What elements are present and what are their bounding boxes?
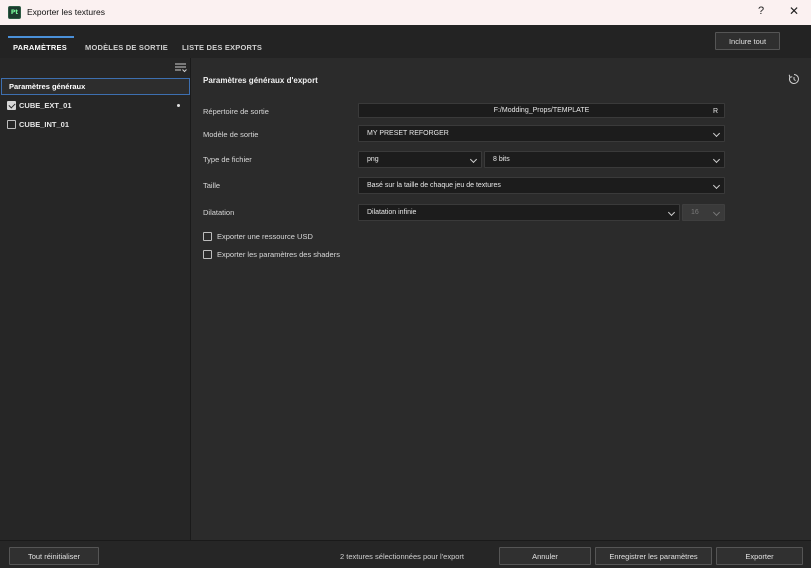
bit-depth-select[interactable]: 8 bits	[484, 151, 725, 168]
export-shaders-checkbox[interactable]	[203, 250, 212, 259]
selection-status: 2 textures sélectionnées pour l'export	[340, 552, 465, 561]
sidebar-item-label: Paramètres généraux	[9, 82, 86, 91]
chevron-down-icon	[712, 208, 721, 217]
size-label: Taille	[203, 181, 221, 190]
footer-bar: Tout réinitialiser 2 textures sélectionn…	[0, 540, 811, 568]
file-type-label: Type de fichier	[203, 155, 252, 164]
tab-bar: PARAMÈTRES MODÈLES DE SORTIE LISTE DES E…	[0, 25, 811, 58]
help-button[interactable]: ?	[758, 5, 764, 17]
file-format-value: png	[367, 156, 379, 163]
texture-set-checkbox[interactable]	[7, 101, 16, 110]
modified-indicator	[177, 104, 180, 107]
dilation-value: Dilatation infinie	[367, 209, 417, 216]
chevron-down-icon	[667, 208, 676, 217]
output-template-label: Modèle de sortie	[203, 130, 259, 139]
chevron-down-icon	[712, 155, 721, 164]
sidebar-item-cube-ext-01[interactable]: CUBE_EXT_01	[0, 97, 190, 114]
tab-liste-des-exports[interactable]: LISTE DES EXPORTS	[182, 43, 262, 52]
title-bar: Pt Exporter les textures ? ✕	[0, 0, 811, 25]
texture-set-checkbox[interactable]	[7, 120, 16, 129]
dilation-amount-select: 16	[682, 204, 725, 221]
cancel-button[interactable]: Annuler	[499, 547, 591, 565]
active-tab-indicator	[8, 36, 74, 38]
window-title: Exporter les textures	[27, 7, 105, 17]
size-value: Basé sur la taille de chaque jeu de text…	[367, 182, 501, 189]
filter-list-icon[interactable]	[175, 63, 187, 73]
texture-set-sidebar: Paramètres généraux CUBE_EXT_01 CUBE_INT…	[0, 58, 191, 540]
export-button[interactable]: Exporter	[716, 547, 803, 565]
settings-panel: Paramètres généraux d'export Répertoire …	[192, 58, 811, 540]
size-select[interactable]: Basé sur la taille de chaque jeu de text…	[358, 177, 725, 194]
export-usd-checkbox[interactable]	[203, 232, 212, 241]
export-shaders-label: Exporter les paramètres des shaders	[217, 250, 340, 259]
file-format-select[interactable]: png	[358, 151, 482, 168]
output-dir-suffix: R	[712, 108, 718, 115]
export-usd-option[interactable]: Exporter une ressource USD	[203, 231, 313, 242]
chevron-down-icon	[469, 155, 478, 164]
output-dir-field[interactable]: F:/Modding_Props/TEMPLATE R	[358, 103, 725, 118]
export-usd-label: Exporter une ressource USD	[217, 232, 313, 241]
close-button[interactable]: ✕	[789, 4, 799, 18]
output-template-value: MY PRESET REFORGER	[367, 130, 449, 137]
dilation-amount-value: 16	[691, 209, 699, 216]
reset-icon[interactable]	[788, 73, 800, 85]
sidebar-item-label: CUBE_INT_01	[19, 120, 70, 129]
export-shaders-option[interactable]: Exporter les paramètres des shaders	[203, 249, 340, 260]
tab-modeles-de-sortie[interactable]: MODÈLES DE SORTIE	[85, 43, 168, 52]
app-icon: Pt	[8, 6, 21, 19]
bit-depth-value: 8 bits	[493, 156, 510, 163]
include-all-button[interactable]: Inclure tout	[715, 32, 780, 50]
sidebar-item-general-settings[interactable]: Paramètres généraux	[1, 78, 190, 95]
output-dir-label: Répertoire de sortie	[203, 107, 269, 116]
chevron-down-icon	[712, 129, 721, 138]
reset-all-button[interactable]: Tout réinitialiser	[9, 547, 99, 565]
tab-parametres[interactable]: PARAMÈTRES	[13, 43, 67, 52]
sidebar-item-cube-int-01[interactable]: CUBE_INT_01	[0, 116, 190, 133]
chevron-down-icon	[712, 181, 721, 190]
dilation-select[interactable]: Dilatation infinie	[358, 204, 680, 221]
output-dir-value: F:/Modding_Props/TEMPLATE	[493, 107, 590, 114]
section-title: Paramètres généraux d'export	[203, 76, 318, 85]
output-template-select[interactable]: MY PRESET REFORGER	[358, 125, 725, 142]
dilation-label: Dilatation	[203, 208, 235, 217]
sidebar-item-label: CUBE_EXT_01	[19, 101, 72, 110]
save-settings-button[interactable]: Enregistrer les paramètres	[595, 547, 712, 565]
